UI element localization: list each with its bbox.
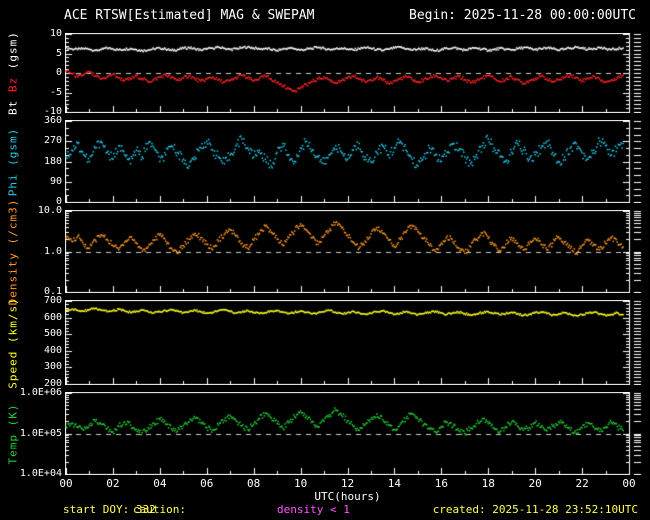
y-tick-label-speed: 300 [43, 361, 62, 373]
y-tick-label-speed: 700 [43, 295, 62, 306]
x-tick-label: 04 [153, 477, 167, 490]
y-tick-label-speed: 400 [43, 344, 62, 356]
y-tick-label-bt-bz: 10 [49, 28, 62, 39]
y-tick-label-temp: 1.0E+06 [19, 387, 62, 398]
y-tick-label-speed: 500 [43, 328, 62, 340]
x-tick-label: 14 [387, 477, 402, 490]
y-tick-label-phi: 360 [43, 115, 62, 126]
x-tick-label: 06 [200, 477, 214, 490]
y-axis-label-part: Bz [6, 69, 20, 93]
y-tick-label-temp: 1.0E+04 [19, 468, 62, 479]
y-axis-label-speed: Speed (km/s) [7, 297, 20, 388]
x-tick-label: 16 [434, 477, 448, 490]
x-tick-label: 02 [106, 477, 120, 490]
y-tick-label-density: 10.0 [37, 205, 62, 216]
y-tick-label-bt-bz: -5 [49, 86, 62, 98]
footer-caution-value: density < 1 [277, 503, 350, 516]
y-tick-label-phi: 90 [49, 175, 62, 187]
y-tick-label-phi: 270 [43, 135, 62, 147]
x-axis-label: UTC(hours) [314, 490, 381, 503]
footer-created-timestamp: created: 2025-11-28 23:52:10UTC [432, 503, 638, 516]
y-axis-label-density: Density (/cm3) [7, 198, 20, 305]
y-axis-label-part: Phi (gsm) [6, 127, 20, 196]
y-axis-label-part: (gsm) [6, 31, 20, 70]
y-axis-label-part: Bt [6, 92, 20, 115]
y-tick-label-temp: 1.0E+05 [19, 427, 62, 439]
y-axis-label-part: Density (/cm3) [6, 198, 20, 305]
x-tick-label: 12 [340, 477, 355, 490]
ace-rtsw-plot: ACE RTSW[Estimated] MAG & SWEPAM Begin: … [0, 0, 650, 520]
y-tick-label-phi: 180 [43, 155, 62, 167]
x-tick-label: 00 [59, 477, 73, 490]
x-tick-label: 08 [247, 477, 261, 490]
begin-timestamp: Begin: 2025-11-28 00:00:00UTC [409, 8, 636, 23]
y-tick-label-bt-bz: 5 [55, 47, 62, 59]
x-tick-label: 00 [622, 477, 636, 490]
y-tick-label-speed: 600 [43, 311, 62, 323]
y-axis-label-phi: Phi (gsm) [7, 127, 20, 196]
x-tick-label: 18 [481, 477, 495, 490]
y-axis-label-part: Speed (km/s) [6, 296, 20, 389]
plot-title: ACE RTSW[Estimated] MAG & SWEPAM [64, 8, 315, 23]
y-tick-label-density: 1.0 [43, 245, 62, 257]
x-tick-label: 22 [575, 477, 589, 490]
y-axis-label-temp: Temp (K) [7, 403, 20, 464]
y-tick-label-bt-bz: 0 [55, 67, 62, 78]
x-tick-label: 10 [293, 477, 308, 490]
panel-density-canvas [65, 210, 644, 293]
panel-phi-canvas [65, 120, 644, 203]
panel-temp-canvas [65, 392, 644, 475]
panel-bt-bz-canvas [65, 33, 644, 113]
y-axis-label-part: Temp (K) [6, 403, 20, 464]
y-axis-label-bt-bz: Bt Bz (gsm) [7, 31, 20, 115]
panel-speed-canvas [65, 300, 644, 385]
x-tick-label: 20 [528, 477, 542, 490]
footer-caution-label: caution: [133, 503, 186, 516]
